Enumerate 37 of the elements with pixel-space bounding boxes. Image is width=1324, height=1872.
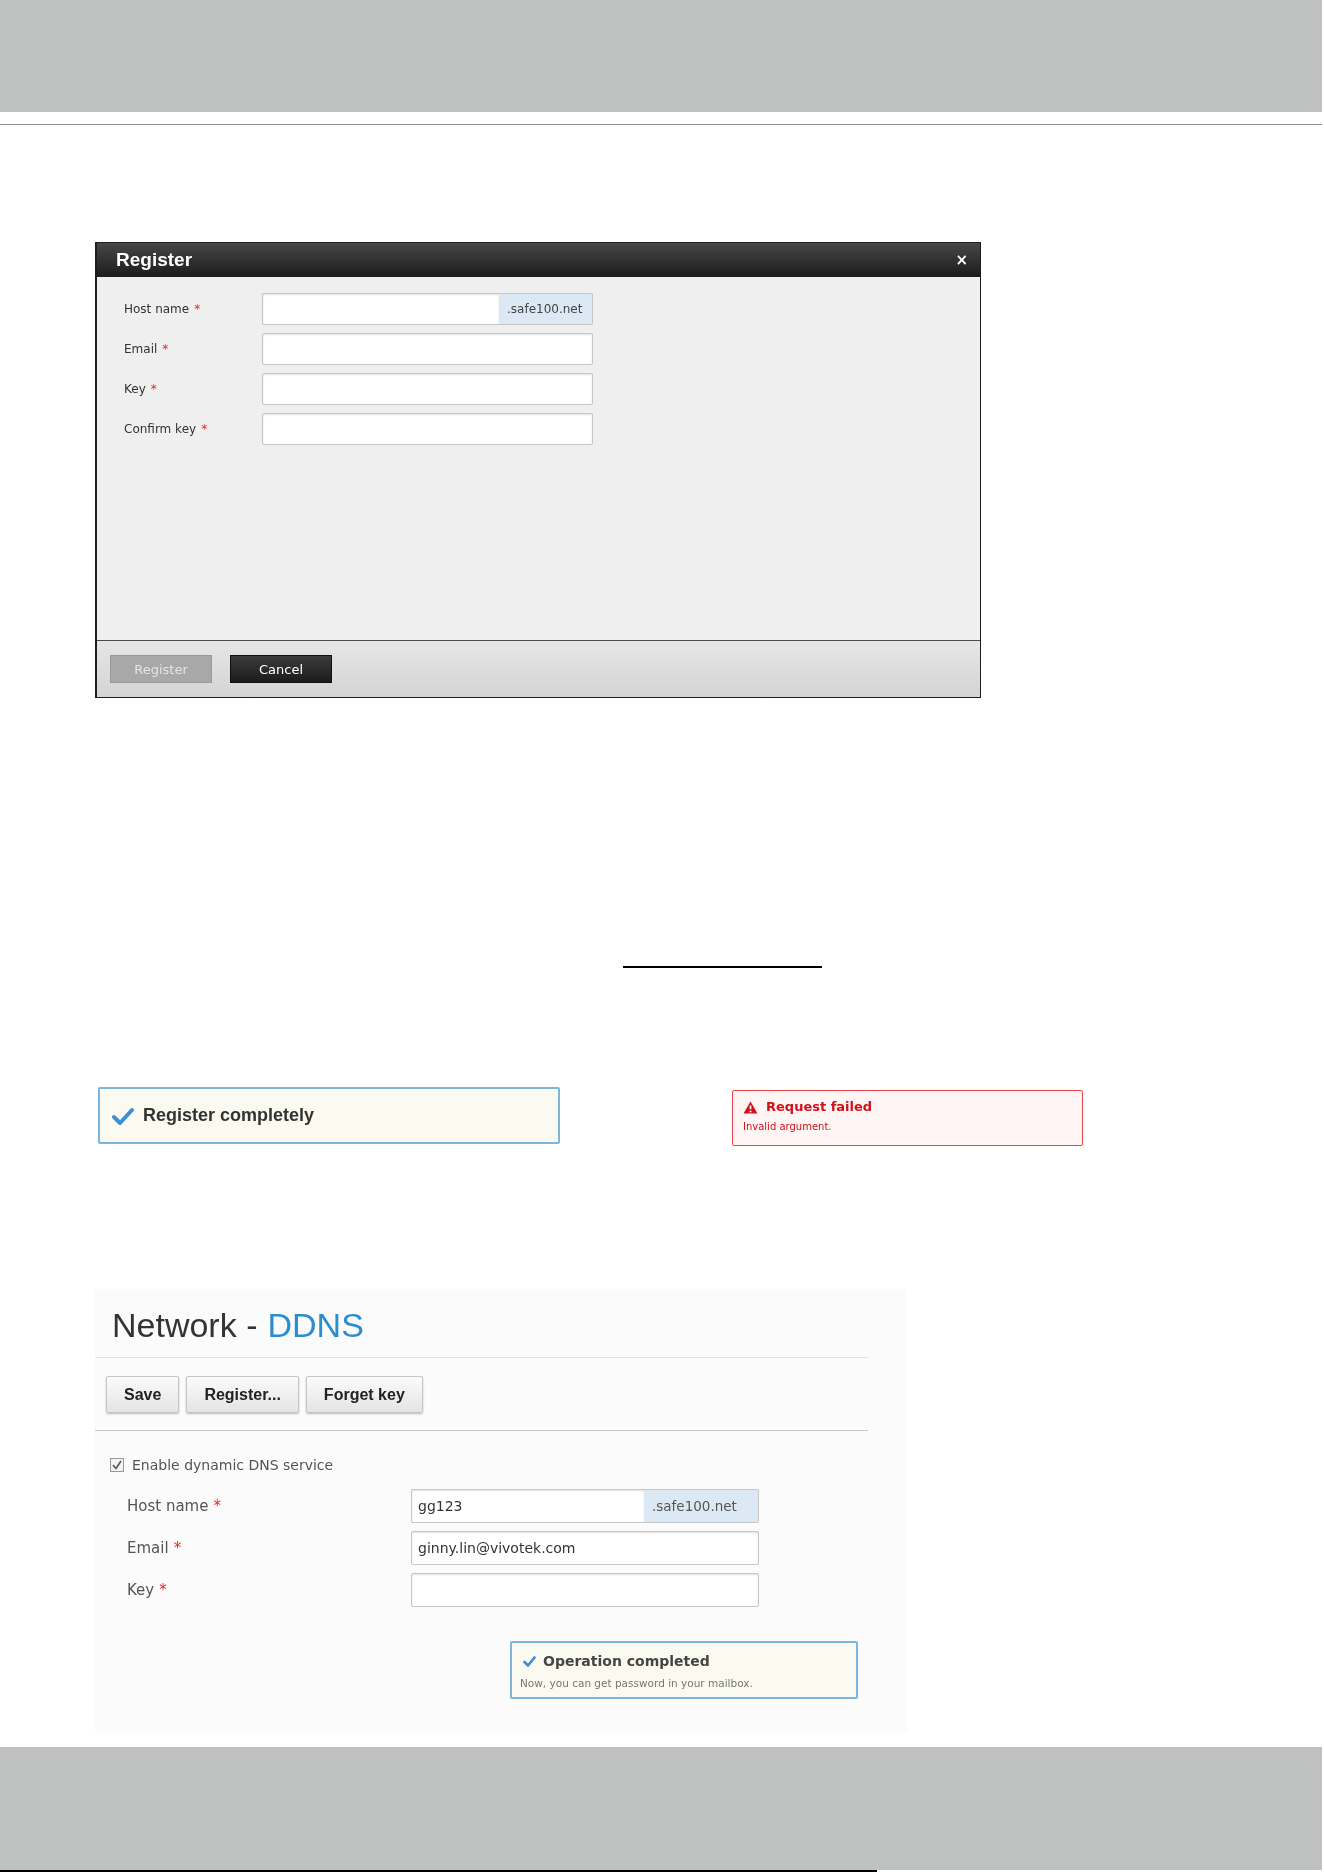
required-asterisk: * [173,1539,182,1557]
required-asterisk: * [194,302,201,316]
field-label: Key [127,1581,155,1599]
field-label: Confirm key [124,422,197,436]
required-asterisk: * [201,422,208,436]
input-field[interactable] [262,333,593,365]
checkbox[interactable] [110,1458,124,1472]
required-asterisk: * [213,1497,221,1515]
message-title: Operation completed [543,1652,710,1670]
warning-icon [743,1100,758,1114]
field-label: Host name [124,302,190,316]
required-asterisk: * [150,382,157,396]
close-button[interactable]: × [952,252,971,268]
dialog-title: Register [116,249,193,271]
message-title: Register completely [143,1105,315,1126]
input-field[interactable]: ginny.lin@vivotek.com [411,1531,759,1565]
dialog-button[interactable]: Cancel [230,655,332,683]
check-icon [112,1106,134,1125]
message-detail: Now, you can get password in your mailbox. [520,1677,754,1689]
input-field[interactable] [262,413,593,445]
page-title-accent: DDNS [267,1306,364,1344]
page-title: Network - [112,1306,258,1344]
message-detail: Invalid argument. [743,1121,833,1133]
message-title: Request failed [766,1099,873,1115]
field-label: Host name [127,1497,209,1515]
required-asterisk: * [159,1581,167,1599]
field-label: Email [124,342,158,356]
checkbox-label: Enable dynamic DNS service [132,1457,334,1473]
check-icon [523,1655,536,1667]
field-label: Email [127,1539,169,1557]
input-field[interactable] [262,373,593,405]
input-field[interactable] [411,1573,759,1607]
toolbar-button[interactable]: Save [106,1376,180,1413]
field-label: Key [124,382,146,396]
required-asterisk: * [162,342,169,356]
toolbar-button[interactable]: Forget key [305,1376,423,1413]
toolbar-button[interactable]: Register... [186,1376,299,1413]
